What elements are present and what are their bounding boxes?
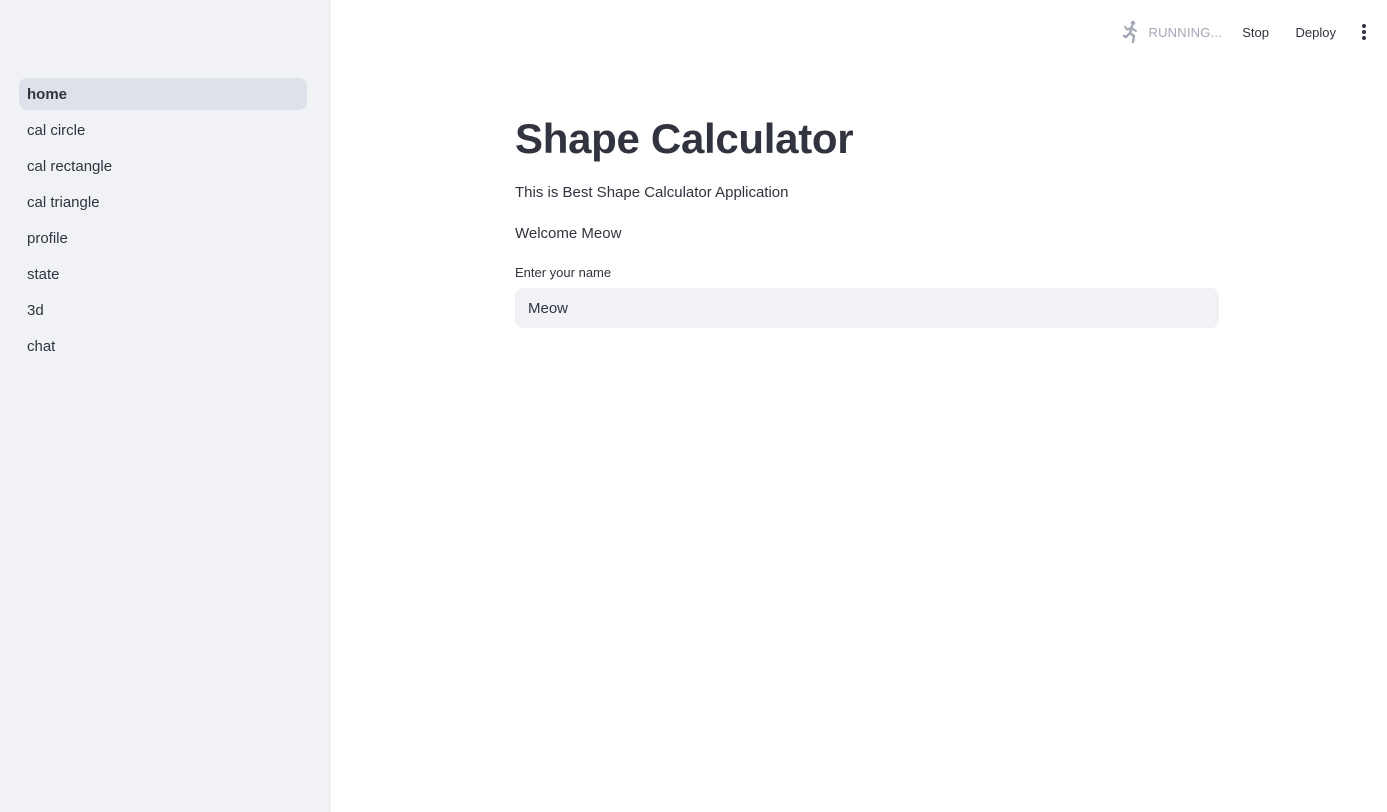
- sidebar-item-cal-circle[interactable]: cal circle: [19, 114, 307, 146]
- sidebar-item-label: chat: [27, 337, 56, 355]
- sidebar-item-profile[interactable]: profile: [19, 222, 307, 254]
- vertical-dots-icon: [1362, 24, 1366, 40]
- app-root: home cal circle cal rectangle cal triang…: [0, 0, 1387, 812]
- sidebar-nav: home cal circle cal rectangle cal triang…: [19, 78, 307, 366]
- name-input[interactable]: [515, 288, 1219, 328]
- top-header: RUNNING... Stop Deploy: [331, 0, 1387, 64]
- sidebar-item-label: profile: [27, 229, 68, 247]
- sidebar-item-3d[interactable]: 3d: [19, 294, 307, 326]
- welcome-text: Welcome Meow: [515, 225, 622, 242]
- sidebar-item-cal-triangle[interactable]: cal triangle: [19, 186, 307, 218]
- status-text: RUNNING...: [1148, 24, 1222, 40]
- main-content: Shape Calculator This is Best Shape Calc…: [515, 110, 1219, 328]
- running-status: RUNNING...: [1121, 20, 1223, 44]
- sidebar-item-home[interactable]: home: [19, 78, 307, 110]
- sidebar-item-state[interactable]: state: [19, 258, 307, 290]
- deploy-button[interactable]: Deploy: [1296, 20, 1336, 44]
- sidebar-item-label: state: [27, 265, 60, 283]
- stop-button[interactable]: Stop: [1242, 20, 1269, 44]
- description-text: This is Best Shape Calculator Applicatio…: [515, 184, 789, 201]
- sidebar-item-chat[interactable]: chat: [19, 330, 307, 362]
- sidebar-item-label: cal circle: [27, 121, 86, 139]
- sidebar-item-label: home: [27, 85, 68, 103]
- page-title: Shape Calculator: [515, 115, 854, 162]
- name-field-label: Enter your name: [515, 265, 612, 280]
- sidebar-item-label: cal triangle: [27, 193, 100, 211]
- running-man-icon: [1122, 20, 1137, 44]
- sidebar: home cal circle cal rectangle cal triang…: [0, 0, 331, 812]
- sidebar-item-label: cal rectangle: [27, 157, 113, 175]
- sidebar-item-label: 3d: [27, 301, 44, 319]
- sidebar-item-cal-rectangle[interactable]: cal rectangle: [19, 150, 307, 182]
- main-menu-button[interactable]: [1359, 22, 1369, 42]
